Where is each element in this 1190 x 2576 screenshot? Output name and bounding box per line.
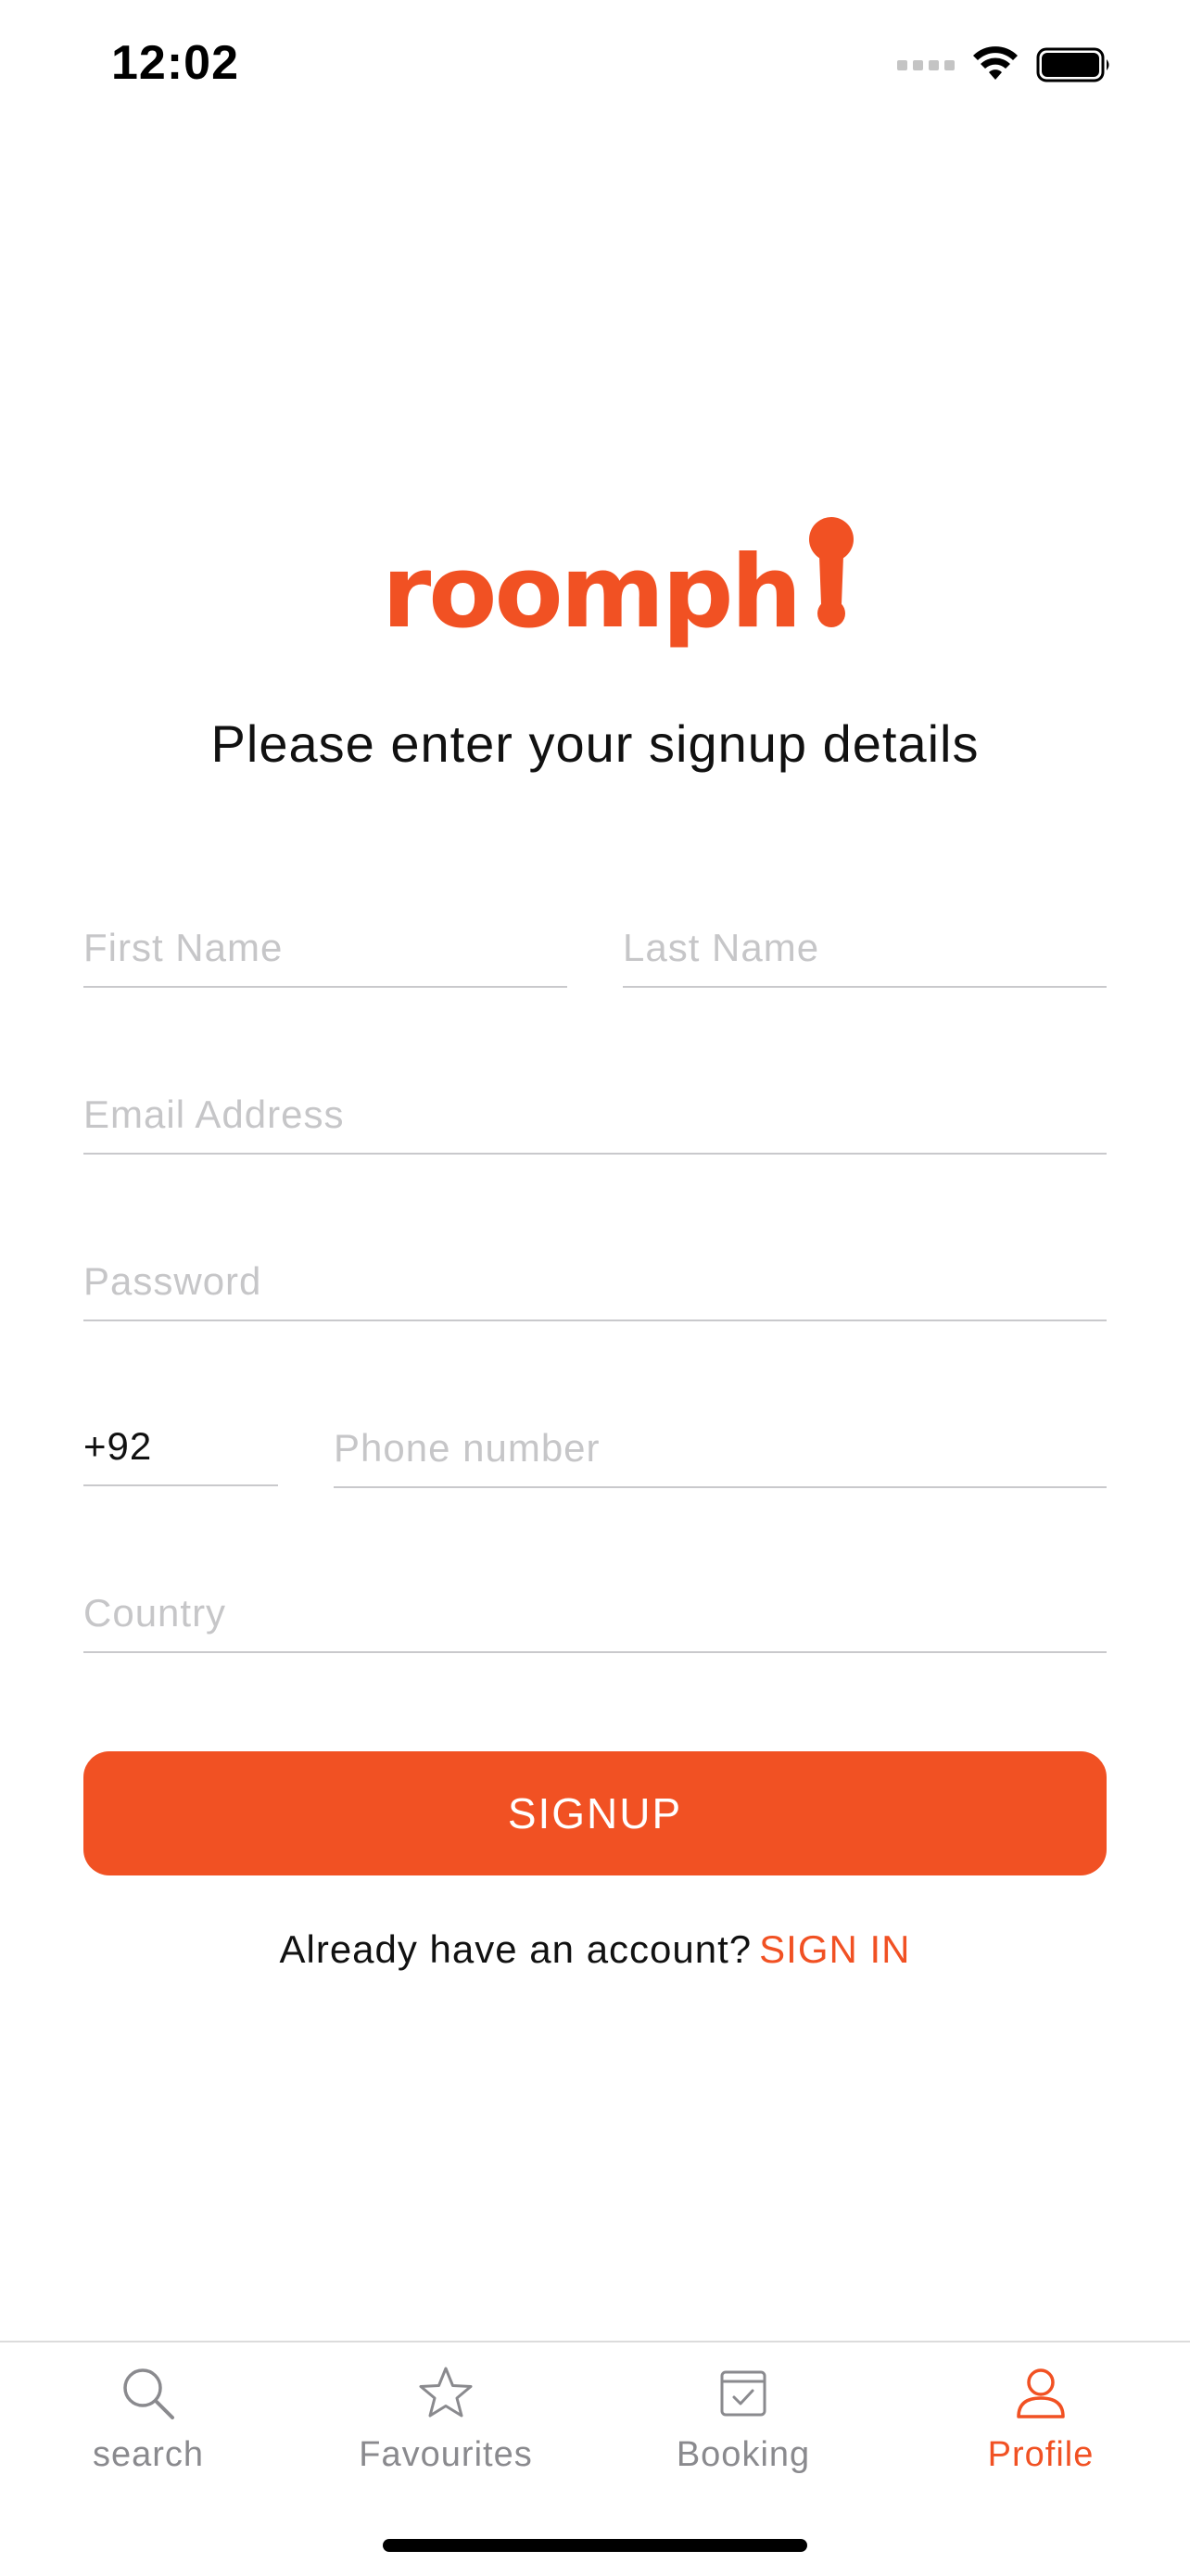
home-indicator [383, 2539, 807, 2552]
first-name-input[interactable] [83, 910, 567, 986]
signin-prompt-row: Already have an account? SIGN IN [0, 1927, 1190, 1972]
tab-booking[interactable]: Booking [595, 2361, 892, 2500]
email-input[interactable] [83, 1077, 1107, 1153]
country-field [83, 1575, 1107, 1653]
battery-icon [1036, 47, 1109, 82]
user-icon [1017, 2368, 1065, 2418]
status-icons [897, 46, 1112, 83]
search-icon [123, 2368, 174, 2419]
last-name-input[interactable] [623, 910, 1107, 986]
signup-button[interactable]: SIGNUP [83, 1751, 1107, 1875]
page-title: Please enter your signup details [210, 714, 980, 773]
keyhole-icon [809, 517, 855, 627]
country-code-field [83, 1408, 278, 1486]
calendar-check-icon [720, 2370, 766, 2417]
email-field [83, 1077, 1107, 1155]
tab-favourites-label: Favourites [359, 2435, 533, 2474]
country-code-input[interactable] [83, 1408, 278, 1484]
tab-favourites[interactable]: Favourites [298, 2361, 594, 2500]
status-time: 12:02 [111, 36, 239, 90]
first-name-field [83, 910, 567, 988]
star-icon [419, 2367, 473, 2418]
tab-profile-label: Profile [987, 2435, 1095, 2474]
wifi-icon [973, 46, 1018, 80]
phone-number-input[interactable] [334, 1410, 1107, 1486]
last-name-field [623, 910, 1107, 988]
tab-profile[interactable]: Profile [892, 2361, 1189, 2500]
cellular-signal-icon [897, 59, 955, 70]
country-input[interactable] [83, 1575, 1107, 1651]
roomph-logo: roomph [382, 510, 858, 643]
logo-wordmark: roomph [382, 535, 802, 650]
signin-link[interactable]: SIGN IN [759, 1927, 910, 1971]
tab-search-label: search [92, 2435, 205, 2474]
signin-prompt-text: Already have an account? [279, 1927, 753, 1971]
status-bar: 12:02 [0, 0, 1190, 139]
password-field [83, 1244, 1107, 1321]
password-input[interactable] [83, 1244, 1107, 1320]
tab-search[interactable]: search [0, 2361, 297, 2500]
phone-field [334, 1410, 1107, 1488]
tab-booking-label: Booking [676, 2435, 811, 2474]
